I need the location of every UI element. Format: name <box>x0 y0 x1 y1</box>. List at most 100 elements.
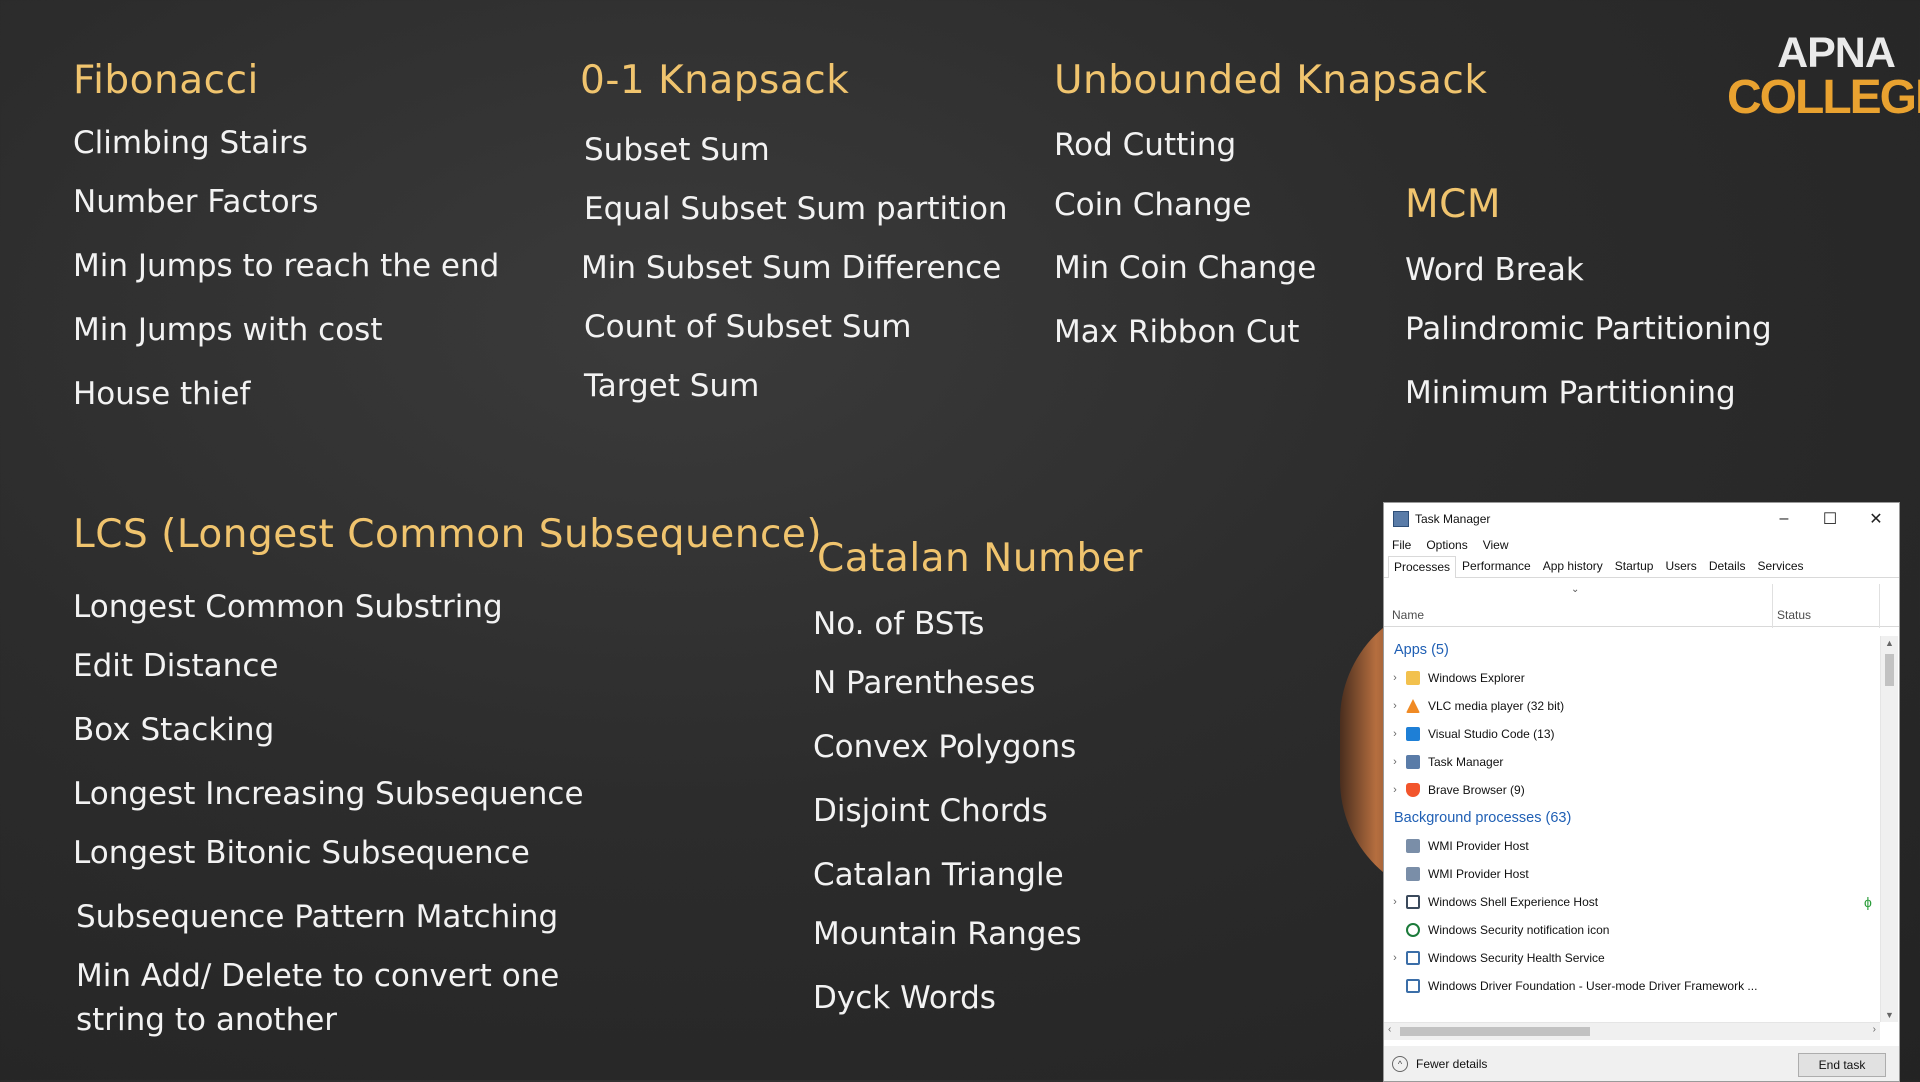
task-manager-window[interactable]: Task Manager – ☐ ✕ File Options View Pro… <box>1383 502 1900 1082</box>
process-name: Windows Security notification icon <box>1428 923 1610 937</box>
process-row[interactable]: WMI Provider Host <box>1384 832 1880 860</box>
process-row[interactable]: Windows Driver Foundation - User-mode Dr… <box>1384 972 1880 1000</box>
topic-item: Subsequence Pattern Matching <box>76 899 559 935</box>
topic-item: N Parentheses <box>813 665 1036 701</box>
scroll-thumb[interactable] <box>1400 1027 1590 1036</box>
vlc-icon <box>1406 699 1420 713</box>
sort-row: ⌄ <box>1384 578 1899 604</box>
topic-item: Minimum Partitioning <box>1405 375 1736 411</box>
topic-item: Number Factors <box>73 184 319 220</box>
topic-item: Longest Bitonic Subsequence <box>73 835 530 871</box>
expand-icon[interactable]: › <box>1384 700 1406 712</box>
scroll-thumb[interactable] <box>1885 654 1894 686</box>
menu-options[interactable]: Options <box>1426 538 1467 552</box>
window-icon <box>1406 979 1420 993</box>
tab-app-history[interactable]: App history <box>1537 555 1609 577</box>
window-icon <box>1406 951 1420 965</box>
scroll-down-icon[interactable]: ▼ <box>1885 1010 1894 1020</box>
topic-item: Climbing Stairs <box>73 125 308 161</box>
process-row[interactable]: › VLC media player (32 bit) <box>1384 692 1880 720</box>
column-status[interactable]: Status <box>1777 608 1811 622</box>
topic-item: Catalan Triangle <box>813 857 1064 893</box>
heading-fibonacci: Fibonacci <box>73 58 259 103</box>
column-divider[interactable] <box>1772 584 1773 628</box>
process-name: WMI Provider Host <box>1428 839 1529 853</box>
close-button[interactable]: ✕ <box>1853 503 1899 535</box>
scroll-right-icon[interactable]: › <box>1873 1024 1876 1035</box>
process-name: VLC media player (32 bit) <box>1428 699 1565 713</box>
shield-icon <box>1406 923 1420 937</box>
window-icon <box>1406 895 1420 909</box>
tab-users[interactable]: Users <box>1659 555 1702 577</box>
topic-item: Convex Polygons <box>813 729 1077 765</box>
process-name: Windows Driver Foundation - User-mode Dr… <box>1428 979 1758 993</box>
expand-icon[interactable]: › <box>1384 728 1406 740</box>
tab-performance[interactable]: Performance <box>1456 555 1537 577</box>
footer-bar: ^ Fewer details End task <box>1384 1046 1899 1081</box>
process-row[interactable]: › Brave Browser (9) <box>1384 776 1880 804</box>
heading-catalan-number: Catalan Number <box>817 536 1143 581</box>
topic-item: Coin Change <box>1054 187 1252 223</box>
tab-services[interactable]: Services <box>1752 555 1810 577</box>
tab-processes[interactable]: Processes <box>1388 556 1457 578</box>
column-divider[interactable] <box>1879 584 1880 628</box>
topic-item: Max Ribbon Cut <box>1054 314 1300 350</box>
process-row[interactable]: › Windows Security Health Service <box>1384 944 1880 972</box>
topic-item: Min Subset Sum Difference <box>581 250 1002 286</box>
process-name: Task Manager <box>1428 755 1504 769</box>
title-bar[interactable]: Task Manager – ☐ ✕ <box>1384 503 1899 535</box>
chevron-up-icon: ^ <box>1392 1056 1408 1072</box>
topic-item: Rod Cutting <box>1054 127 1237 163</box>
expand-icon[interactable]: › <box>1384 896 1406 908</box>
menu-view[interactable]: View <box>1483 538 1509 552</box>
topic-item: No. of BSTs <box>813 606 985 642</box>
wmi-icon <box>1406 867 1420 881</box>
process-row[interactable]: Windows Security notification icon <box>1384 916 1880 944</box>
wmi-icon <box>1406 839 1420 853</box>
heading-lcs: LCS (Longest Common Subsequence) <box>73 512 823 557</box>
menu-file[interactable]: File <box>1392 538 1411 552</box>
fewer-details-button[interactable]: ^ Fewer details <box>1392 1056 1487 1072</box>
logo-line-2: COLLEGE <box>1727 71 1920 124</box>
end-task-button[interactable]: End task <box>1798 1053 1886 1077</box>
window-title: Task Manager <box>1415 512 1491 526</box>
topic-item: Min Jumps to reach the end <box>73 248 500 284</box>
brave-icon <box>1406 783 1420 797</box>
process-row[interactable]: › Visual Studio Code (13) <box>1384 720 1880 748</box>
scroll-up-icon[interactable]: ▲ <box>1885 638 1894 648</box>
process-row[interactable]: › Windows Shell Experience Host ϕ <box>1384 888 1880 916</box>
chevron-down-icon[interactable]: ⌄ <box>1571 584 1579 595</box>
topic-item: Longest Common Substring <box>73 589 503 625</box>
process-row[interactable]: › Windows Explorer <box>1384 664 1880 692</box>
process-row[interactable]: WMI Provider Host <box>1384 860 1880 888</box>
heading-01-knapsack: 0-1 Knapsack <box>580 58 850 103</box>
topic-item: Equal Subset Sum partition <box>584 191 1008 227</box>
tab-details[interactable]: Details <box>1703 555 1752 577</box>
expand-icon[interactable]: › <box>1384 672 1406 684</box>
topic-item: Min Jumps with cost <box>73 312 383 348</box>
topic-item: Target Sum <box>584 368 760 404</box>
topic-item: Min Add/ Delete to convert one <box>76 958 560 994</box>
scroll-left-icon[interactable]: ‹ <box>1388 1024 1391 1035</box>
vscode-icon <box>1406 727 1420 741</box>
process-row[interactable]: › Task Manager <box>1384 748 1880 776</box>
expand-icon[interactable]: › <box>1384 756 1406 768</box>
topic-item: Count of Subset Sum <box>584 309 912 345</box>
topic-item: string to another <box>76 1002 338 1038</box>
expand-icon[interactable]: › <box>1384 952 1406 964</box>
topic-item: House thief <box>73 376 251 412</box>
process-list: Apps (5) › Windows Explorer › VLC media … <box>1384 636 1880 1022</box>
horizontal-scrollbar[interactable]: ‹ › <box>1384 1022 1880 1040</box>
minimize-button[interactable]: – <box>1761 503 1807 535</box>
topic-item: Min Coin Change <box>1054 250 1317 286</box>
suspended-leaf-icon: ϕ <box>1864 894 1872 910</box>
maximize-button[interactable]: ☐ <box>1807 503 1853 535</box>
column-name[interactable]: Name <box>1392 608 1424 622</box>
column-header: Name Status <box>1384 584 1899 628</box>
tab-bar: Processes Performance App history Startu… <box>1384 555 1899 578</box>
expand-icon[interactable]: › <box>1384 784 1406 796</box>
menu-bar: File Options View <box>1384 535 1899 555</box>
tab-startup[interactable]: Startup <box>1609 555 1660 577</box>
taskmanager-icon <box>1393 511 1409 527</box>
vertical-scrollbar[interactable]: ▲ ▼ <box>1880 636 1898 1022</box>
